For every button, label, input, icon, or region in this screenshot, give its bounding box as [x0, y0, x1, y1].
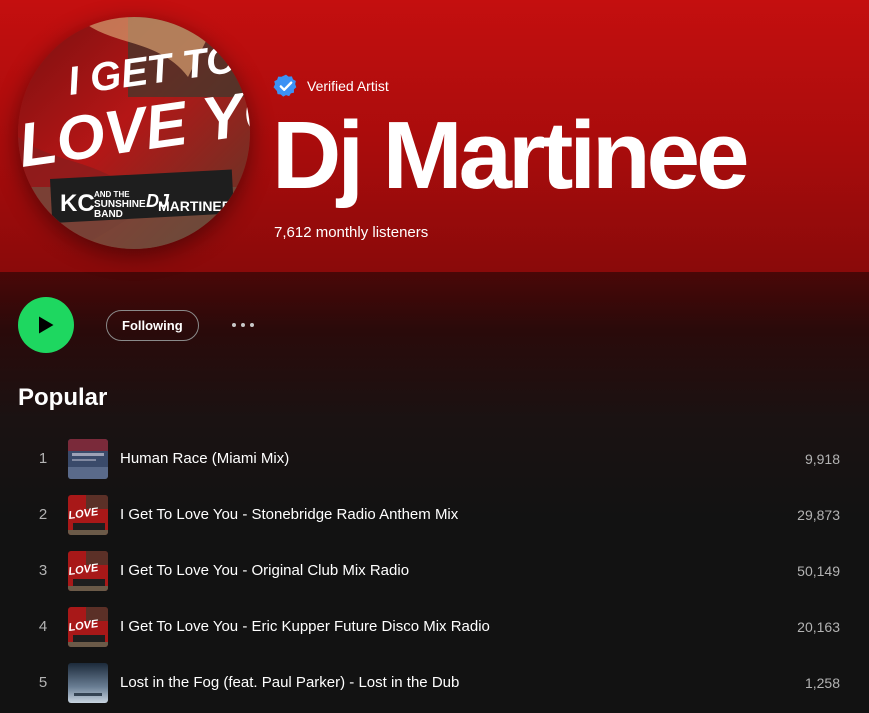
- track-title: I Get To Love You - Stonebridge Radio An…: [120, 506, 459, 523]
- artist-name: Dj Martinee: [272, 102, 749, 209]
- track-title: Human Race (Miami Mix): [120, 450, 290, 467]
- track-title: I Get To Love You - Eric Kupper Future D…: [120, 618, 490, 635]
- more-options-icon-dot: [232, 323, 236, 327]
- artist-page: I GET TO LOVE YOU KC AND THE SUNSHINE BA…: [0, 0, 869, 713]
- artist-header: I GET TO LOVE YOU KC AND THE SUNSHINE BA…: [0, 0, 869, 272]
- track-play-count: 20,163: [797, 619, 840, 635]
- artist-avatar: I GET TO LOVE YOU KC AND THE SUNSHINE BA…: [18, 17, 250, 249]
- following-button[interactable]: Following: [106, 310, 199, 341]
- verified-label: Verified Artist: [307, 78, 389, 94]
- track-number: 1: [38, 450, 48, 467]
- track-number: 5: [38, 674, 48, 691]
- track-row[interactable]: 1 Human Race (Miami Mix) 9,918: [0, 431, 869, 487]
- svg-text:MARTINEE: MARTINEE: [158, 198, 231, 214]
- popular-heading: Popular: [18, 384, 108, 411]
- track-cover-i-get-to-love-you: LOVE: [68, 607, 108, 647]
- track-number: 2: [38, 506, 48, 523]
- track-play-count: 9,918: [804, 451, 840, 467]
- track-play-count: 50,149: [797, 563, 840, 579]
- track-number: 4: [38, 618, 48, 635]
- track-cover-i-get-to-love-you: LOVE: [68, 551, 108, 591]
- more-options-icon-dot: [250, 323, 254, 327]
- track-cover-i-get-to-love-you: LOVE: [68, 495, 108, 535]
- svg-text:BAND: BAND: [94, 209, 123, 220]
- play-icon: [39, 316, 54, 334]
- more-options-button[interactable]: [226, 316, 260, 334]
- more-options-icon-dot: [241, 323, 245, 327]
- track-cover-lost-in-the-fog: [68, 663, 108, 703]
- track-play-count: 29,873: [797, 507, 840, 523]
- track-row[interactable]: 2 LOVE I Get To Love You - Stonebridge R…: [0, 487, 869, 543]
- monthly-listeners: 7,612 monthly listeners: [274, 224, 429, 241]
- track-title: Lost in the Fog (feat. Paul Parker) - Lo…: [120, 674, 460, 691]
- track-number: 3: [38, 562, 48, 579]
- track-row[interactable]: 5 Lost in the Fog (feat. Paul Parker) - …: [0, 655, 869, 711]
- track-title: I Get To Love You - Original Club Mix Ra…: [120, 562, 410, 579]
- verified-artist-badge: Verified Artist: [273, 72, 389, 100]
- track-cover-human-race: [68, 439, 108, 479]
- svg-text:KC: KC: [60, 190, 95, 217]
- svg-text:AND THE: AND THE: [94, 190, 130, 199]
- track-row[interactable]: 4 LOVE I Get To Love You - Eric Kupper F…: [0, 599, 869, 655]
- track-play-count: 1,258: [804, 675, 840, 691]
- popular-tracks-list: 1 Human Race (Miami Mix) 9,918 2 LOVE I …: [0, 431, 869, 711]
- play-button[interactable]: [18, 297, 74, 353]
- verified-badge-icon: [273, 74, 297, 97]
- track-row[interactable]: 3 LOVE I Get To Love You - Original Club…: [0, 543, 869, 599]
